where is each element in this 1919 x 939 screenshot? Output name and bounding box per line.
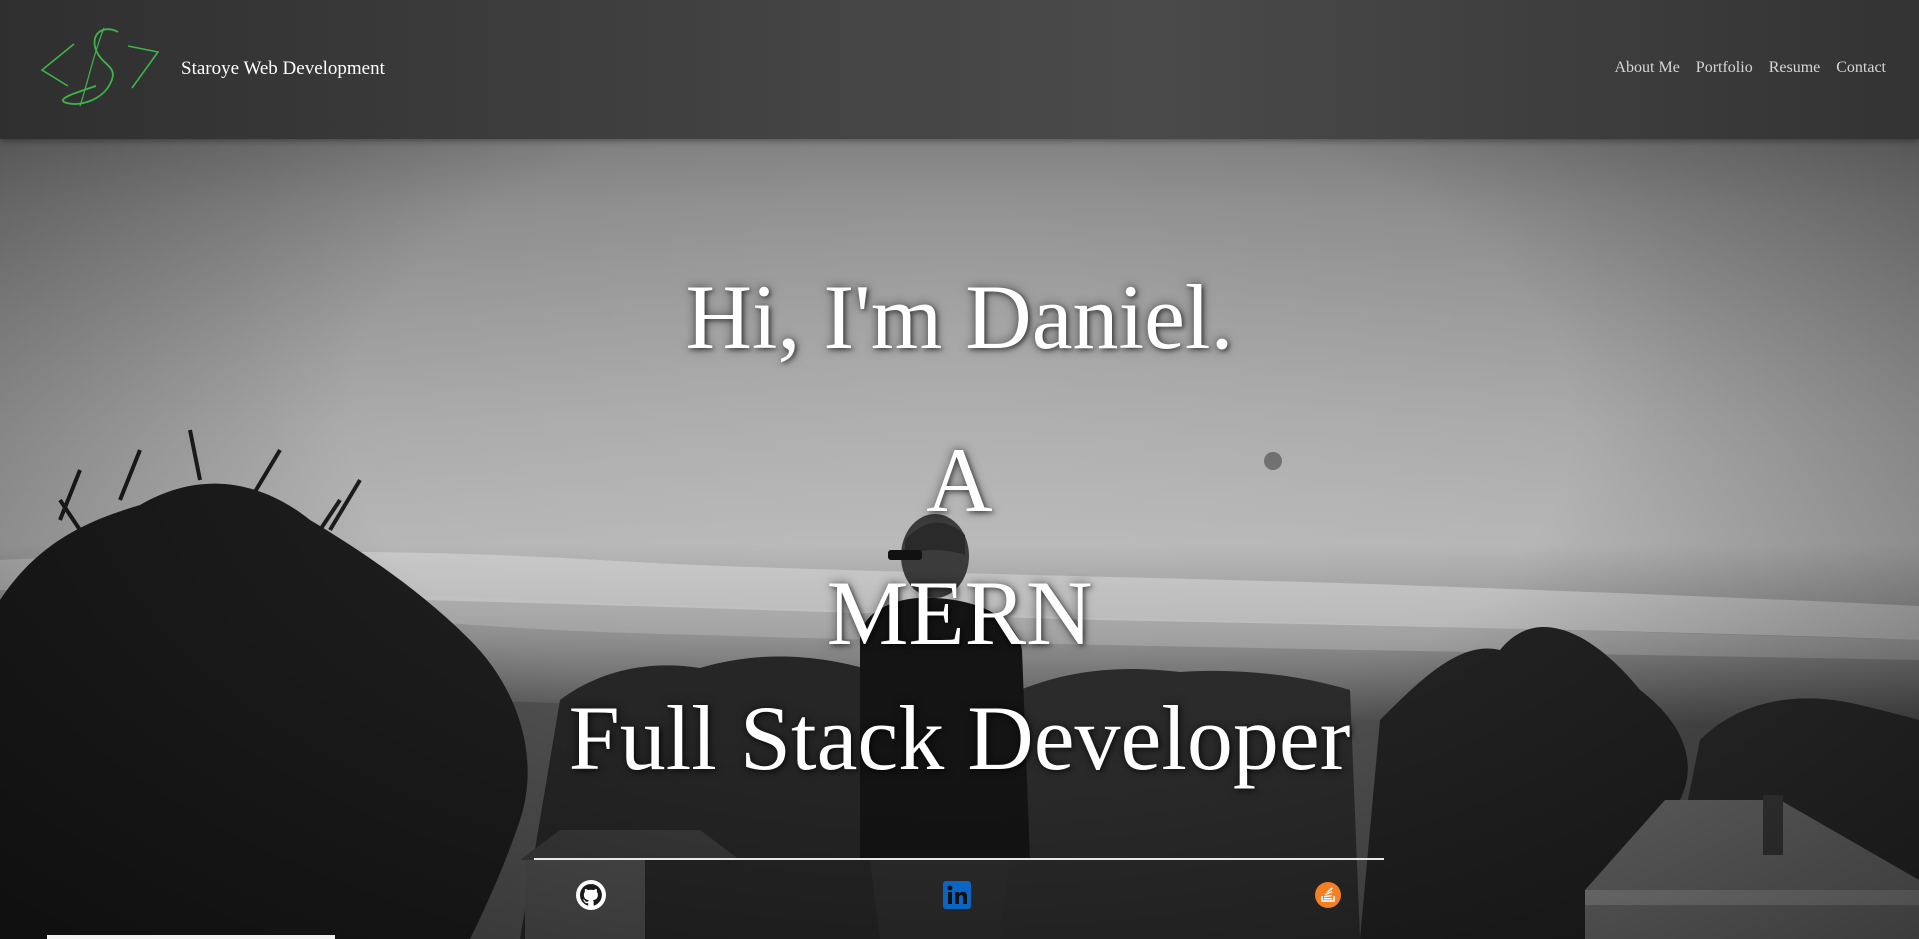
portfolio-page: Staroye Web Development About Me Portfol… xyxy=(0,0,1919,939)
nav-portfolio[interactable]: Portfolio xyxy=(1696,58,1753,78)
brand-name[interactable]: Staroye Web Development xyxy=(181,57,385,81)
stackoverflow-icon[interactable] xyxy=(1313,880,1343,910)
nav-contact[interactable]: Contact xyxy=(1836,58,1886,78)
hero-role-line-1: A xyxy=(926,429,993,531)
staroye-logo-icon[interactable] xyxy=(38,22,164,110)
hero-role-line-3: Full Stack Developer xyxy=(568,687,1351,789)
main-nav: About Me Portfolio Resume Contact xyxy=(1614,58,1886,78)
hero-greeting: Hi, I'm Daniel. xyxy=(685,266,1234,368)
hero-divider xyxy=(534,858,1384,860)
nav-resume[interactable]: Resume xyxy=(1769,58,1821,78)
nav-about-me[interactable]: About Me xyxy=(1614,58,1679,78)
bottom-highlight-bar xyxy=(47,935,335,939)
site-header: Staroye Web Development About Me Portfol… xyxy=(0,0,1919,139)
hero-role-line-2: MERN xyxy=(826,562,1093,664)
linkedin-icon[interactable] xyxy=(942,880,972,910)
github-icon[interactable] xyxy=(576,880,606,910)
